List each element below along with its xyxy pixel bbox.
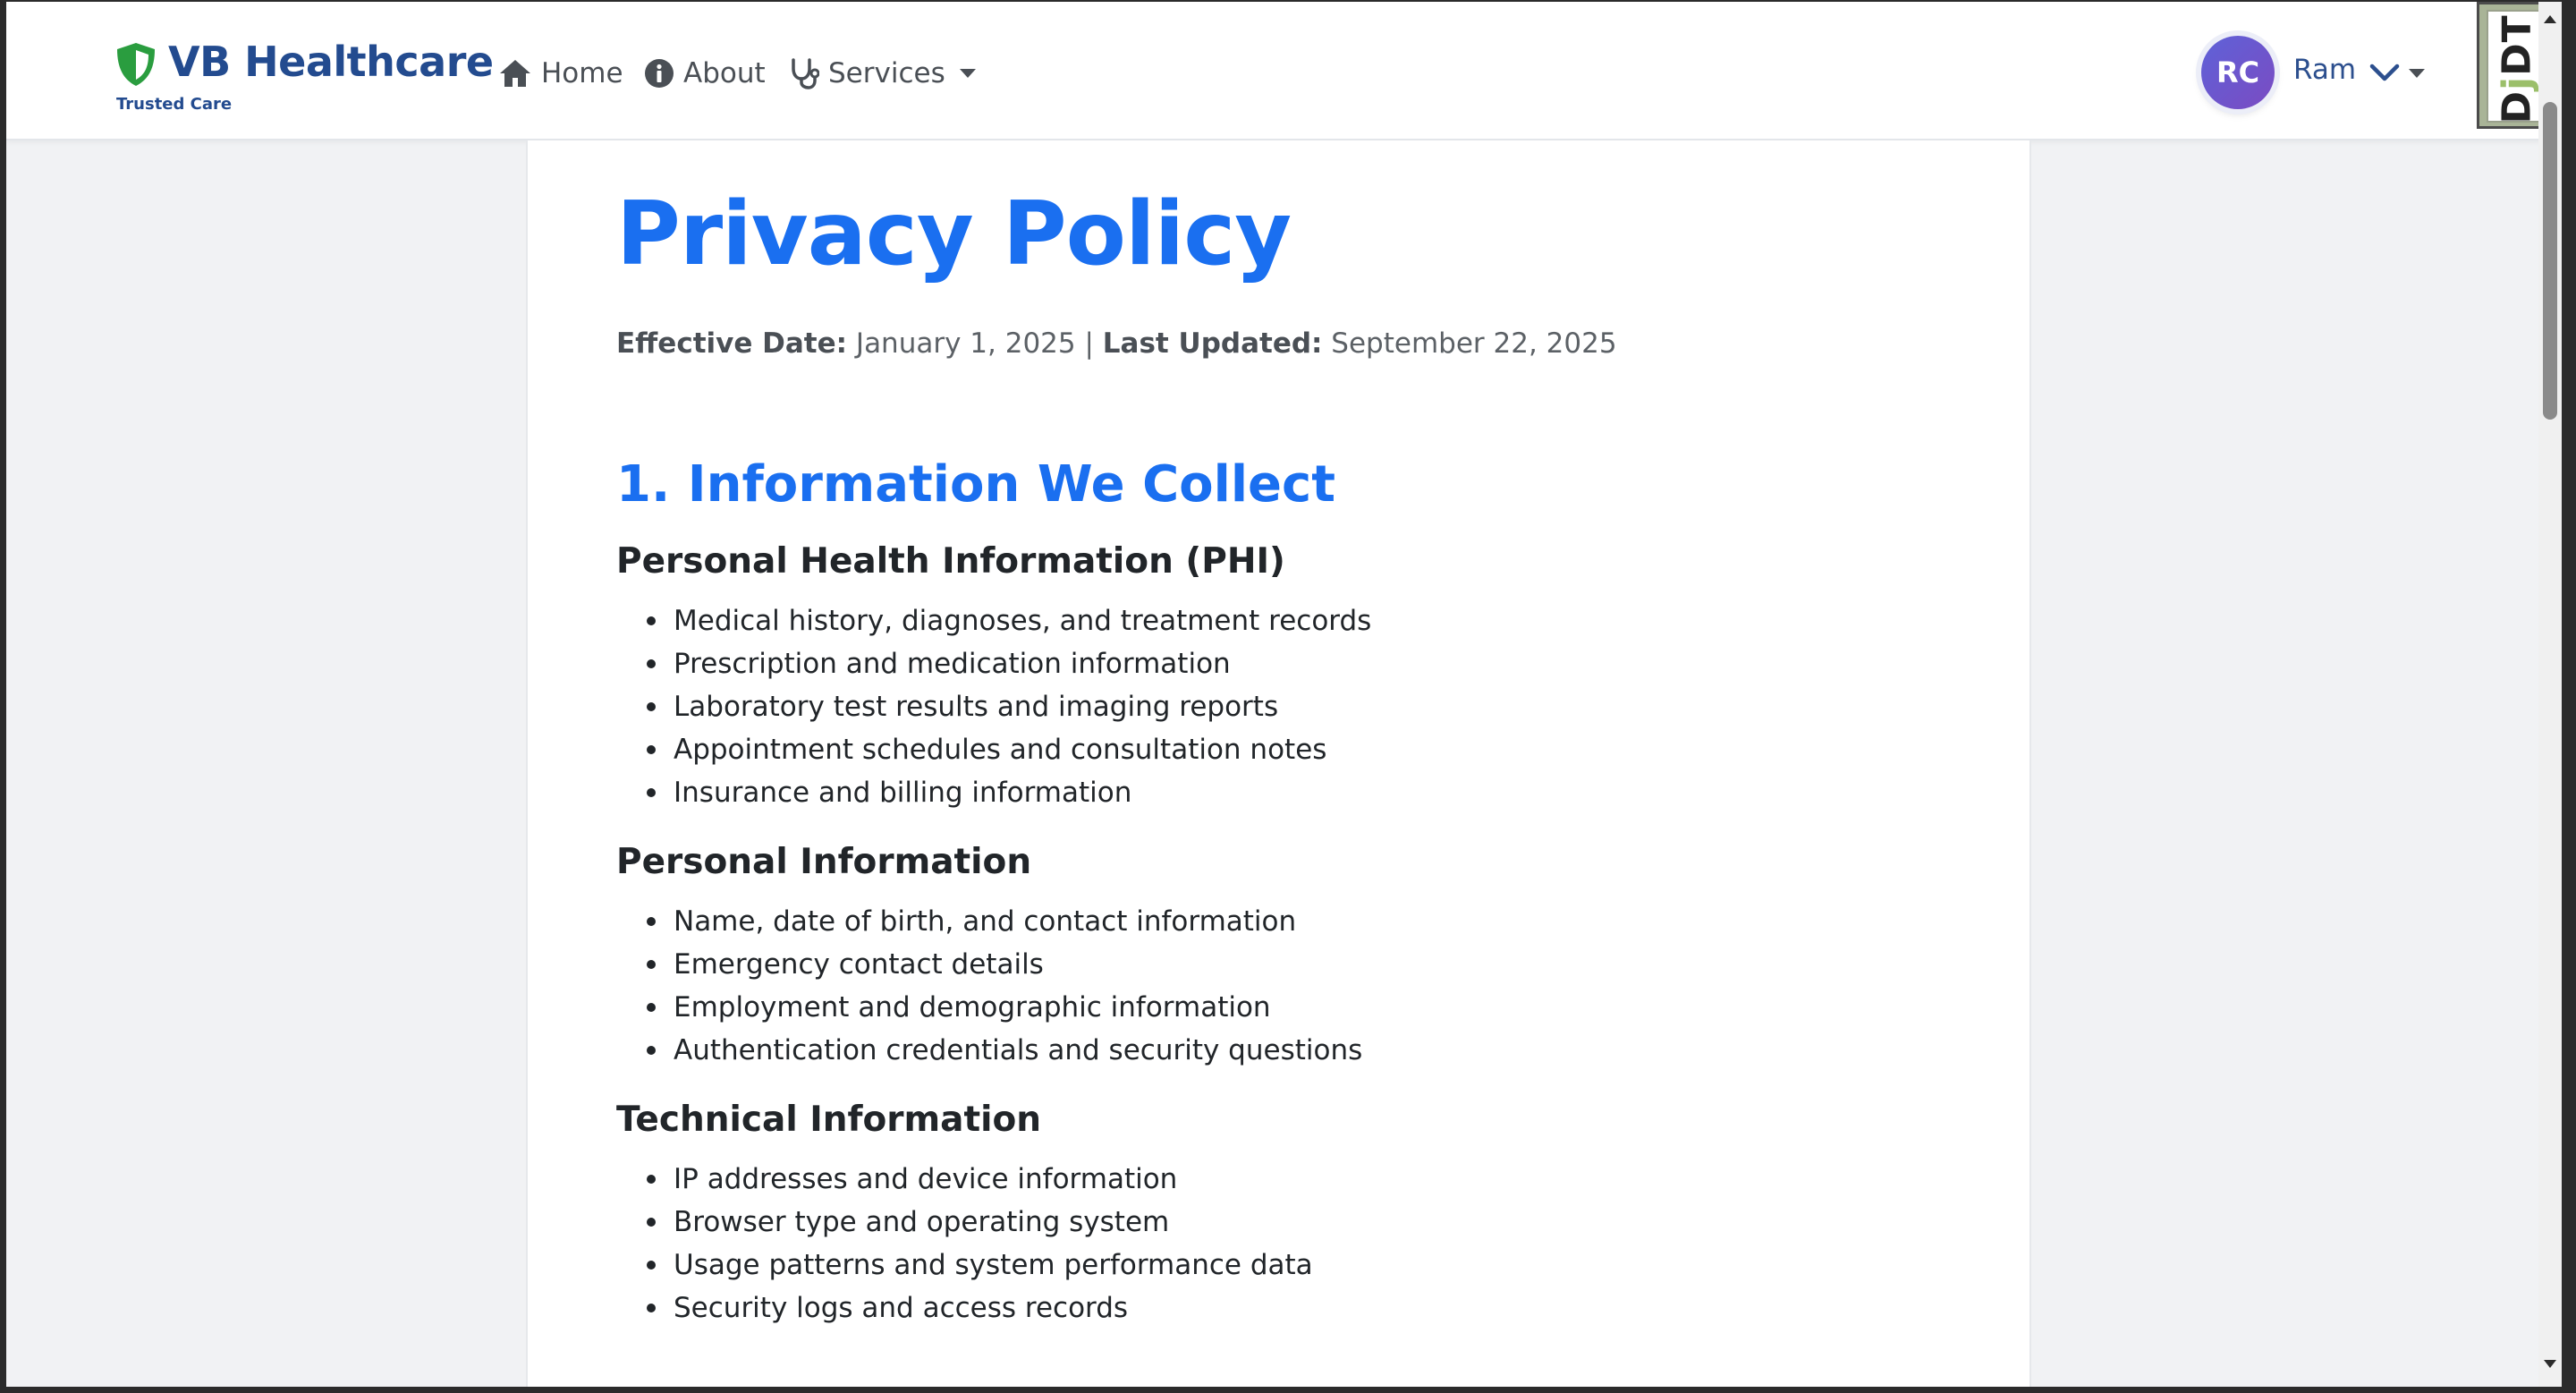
browser-viewport: VB Healthcare Trusted Care Home About Se… [6, 2, 2545, 1387]
scroll-down-arrow-icon[interactable] [2538, 1353, 2562, 1376]
nav-about-label: About [683, 57, 766, 89]
phi-list: Medical history, diagnoses, and treatmen… [647, 599, 1371, 814]
djdt-letter-d: D [2494, 89, 2540, 124]
list-item: Employment and demographic information [647, 986, 1362, 1029]
date-separator: | [1084, 327, 1094, 360]
caret-down-icon[interactable] [2409, 69, 2425, 78]
djdt-letters-dt: DT [2494, 14, 2540, 76]
list-item: Emergency contact details [647, 943, 1362, 986]
nav-services-label: Services [828, 57, 945, 89]
home-icon [500, 60, 530, 87]
debug-toolbar-handle[interactable]: DjDT [2477, 2, 2545, 129]
list-item: Prescription and medication information [647, 642, 1371, 685]
caret-down-icon [959, 69, 976, 78]
chevron-down-icon[interactable] [2368, 59, 2401, 86]
list-item: Laboratory test results and imaging repo… [647, 685, 1371, 728]
list-item: Usage patterns and system performance da… [647, 1244, 1313, 1287]
last-updated-label: Last Updated: [1102, 327, 1323, 360]
list-item: Medical history, diagnoses, and treatmen… [647, 599, 1371, 642]
list-item: Insurance and billing information [647, 771, 1371, 814]
page-title: Privacy Policy [616, 183, 1292, 285]
list-item: Authentication credentials and security … [647, 1029, 1362, 1072]
technical-info-list: IP addresses and device information Brow… [647, 1158, 1313, 1329]
info-circle-icon [645, 59, 674, 88]
scroll-up-arrow-icon[interactable] [2538, 7, 2562, 30]
list-item: Browser type and operating system [647, 1201, 1313, 1244]
list-item: Appointment schedules and consultation n… [647, 728, 1371, 771]
user-name[interactable]: Ram [2293, 54, 2356, 86]
debug-toolbar-label: DjDT [2494, 14, 2540, 124]
personal-info-list: Name, date of birth, and contact informa… [647, 900, 1362, 1072]
user-avatar[interactable]: RC [2201, 36, 2275, 109]
subsection-title-personal: Personal Information [616, 842, 1032, 882]
top-navbar: VB Healthcare Trusted Care Home About Se… [6, 2, 2545, 140]
debug-toolbar-label-box: DjDT [2487, 10, 2542, 124]
subsection-title-phi: Personal Health Information (PHI) [616, 541, 1285, 582]
policy-dates: Effective Date: January 1, 2025 | Last U… [616, 327, 1617, 360]
privacy-policy-card: Privacy Policy Effective Date: January 1… [526, 140, 2031, 1387]
nav-services-dropdown[interactable]: Services [789, 54, 976, 93]
last-updated-value: September 22, 2025 [1331, 327, 1617, 360]
section-title: 1. Information We Collect [616, 455, 1335, 514]
list-item: Security logs and access records [647, 1287, 1313, 1329]
shield-icon [117, 43, 155, 86]
effective-date-value: January 1, 2025 [855, 327, 1076, 360]
nav-home-link[interactable]: Home [498, 54, 623, 93]
list-item: Name, date of birth, and contact informa… [647, 900, 1362, 943]
list-item: IP addresses and device information [647, 1158, 1313, 1201]
stethoscope-icon [792, 58, 819, 89]
subsection-title-technical: Technical Information [616, 1100, 1042, 1140]
brand-tagline: Trusted Care [116, 95, 233, 114]
page-scrollbar[interactable] [2538, 2, 2562, 1387]
brand-name: VB Healthcare [168, 38, 494, 86]
effective-date-label: Effective Date: [616, 327, 848, 360]
nav-home-label: Home [541, 57, 623, 89]
nav-about-link[interactable]: About [644, 54, 766, 93]
brand-logo[interactable]: VB Healthcare Trusted Care [114, 38, 494, 118]
djdt-letter-j: j [2494, 75, 2540, 90]
scrollbar-thumb[interactable] [2543, 102, 2557, 420]
